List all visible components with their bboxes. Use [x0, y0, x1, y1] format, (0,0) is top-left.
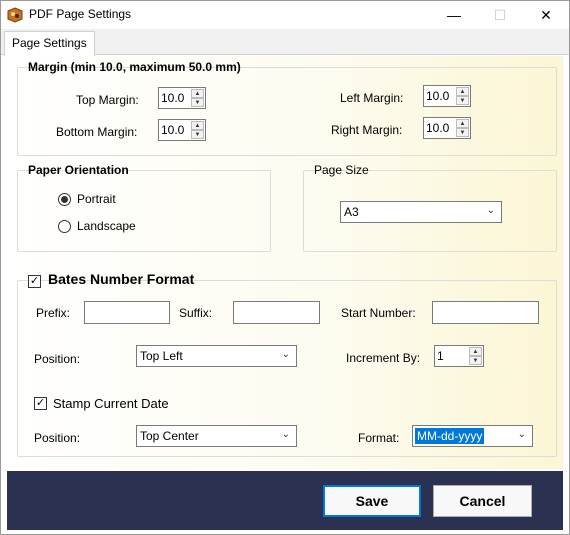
bates-position-select[interactable]: Top Left ⌄ — [136, 345, 297, 367]
landscape-radio[interactable] — [58, 220, 71, 233]
maximize-icon: ☐ — [493, 6, 507, 23]
stamp-date-checkbox[interactable]: ✓ — [34, 397, 47, 410]
prefix-label: Prefix: — [36, 306, 71, 320]
bates-group-title: Bates Number Format — [48, 271, 195, 287]
spin-down-icon[interactable]: ▼ — [456, 96, 469, 105]
chevron-down-icon: ⌄ — [486, 205, 495, 216]
save-button[interactable]: Save — [323, 485, 421, 517]
close-icon: ✕ — [540, 6, 552, 23]
minimize-button[interactable]: — — [431, 1, 477, 29]
page-size-group-title: Page Size — [314, 163, 369, 177]
margin-group: Margin (min 10.0, maximum 50.0 mm) Top M… — [17, 60, 557, 156]
left-margin-value: 10.0 — [426, 89, 450, 103]
tab-strip: Page Settings — [1, 29, 569, 56]
bates-position-value: Top Left — [140, 349, 183, 363]
page-size-select[interactable]: A3 ⌄ — [340, 201, 502, 223]
landscape-label[interactable]: Landscape — [77, 218, 136, 234]
right-margin-value: 10.0 — [426, 121, 450, 135]
left-margin-spinner[interactable]: 10.0 ▲ ▼ — [423, 85, 471, 107]
chevron-down-icon: ⌄ — [517, 429, 526, 440]
spin-down-icon[interactable]: ▼ — [191, 98, 204, 107]
top-margin-spinner[interactable]: 10.0 ▲ ▼ — [158, 87, 206, 109]
bates-position-label: Position: — [34, 352, 81, 366]
top-margin-label: Top Margin: — [76, 93, 139, 107]
spin-down-icon[interactable]: ▼ — [456, 128, 469, 137]
orientation-group: Paper Orientation Portrait Landscape — [17, 163, 271, 252]
bates-enabled-checkbox[interactable]: ✓ — [28, 275, 41, 288]
increment-spinner[interactable]: 1 ▲ ▼ — [434, 345, 484, 367]
increment-label: Increment By: — [346, 351, 421, 365]
orientation-group-title: Paper Orientation — [28, 163, 129, 177]
portrait-radio[interactable] — [58, 193, 71, 206]
spin-up-icon[interactable]: ▲ — [191, 121, 204, 130]
right-margin-label: Right Margin: — [331, 123, 403, 137]
bottom-margin-spinner[interactable]: 10.0 ▲ ▼ — [158, 119, 206, 141]
window-title: PDF Page Settings — [29, 7, 132, 21]
spin-up-icon[interactable]: ▲ — [456, 119, 469, 128]
bates-group: ✓ Bates Number Format Prefix: Suffix: St… — [17, 271, 557, 457]
settings-panel: Margin (min 10.0, maximum 50.0 mm) Top M… — [7, 56, 563, 469]
spin-down-icon[interactable]: ▼ — [191, 130, 204, 139]
dialog-window: PDF Page Settings — ☐ ✕ Page Settings Ma… — [0, 0, 570, 535]
date-position-select[interactable]: Top Center ⌄ — [136, 425, 297, 447]
app-icon — [7, 7, 23, 23]
date-position-value: Top Center — [140, 429, 199, 443]
spin-down-icon[interactable]: ▼ — [469, 356, 482, 365]
tab-page-settings[interactable]: Page Settings — [4, 31, 95, 56]
close-button[interactable]: ✕ — [523, 1, 569, 29]
maximize-button: ☐ — [477, 1, 523, 29]
stamp-date-label[interactable]: Stamp Current Date — [53, 396, 169, 412]
page-size-value: A3 — [344, 205, 359, 219]
start-number-label: Start Number: — [341, 306, 416, 320]
spin-up-icon[interactable]: ▲ — [456, 87, 469, 96]
date-position-label: Position: — [34, 431, 81, 445]
left-margin-label: Left Margin: — [340, 91, 404, 105]
date-format-select[interactable]: MM-dd-yyyy ⌄ — [412, 425, 533, 447]
chevron-down-icon: ⌄ — [281, 349, 290, 360]
cancel-button[interactable]: Cancel — [433, 485, 532, 517]
dialog-footer: Save Cancel — [7, 471, 563, 530]
right-margin-spinner[interactable]: 10.0 ▲ ▼ — [423, 117, 471, 139]
chevron-down-icon: ⌄ — [281, 429, 290, 440]
margin-group-title: Margin (min 10.0, maximum 50.0 mm) — [28, 60, 241, 74]
start-number-input[interactable] — [432, 301, 539, 324]
portrait-label[interactable]: Portrait — [77, 191, 116, 207]
spin-up-icon[interactable]: ▲ — [469, 347, 482, 356]
title-bar: PDF Page Settings — ☐ ✕ — [1, 1, 569, 29]
spin-up-icon[interactable]: ▲ — [191, 89, 204, 98]
minimize-icon: — — [447, 7, 461, 23]
suffix-label: Suffix: — [179, 306, 213, 320]
bottom-margin-label: Bottom Margin: — [56, 125, 138, 139]
bottom-margin-value: 10.0 — [161, 123, 185, 137]
date-format-label: Format: — [358, 431, 400, 445]
date-format-value: MM-dd-yyyy — [415, 428, 485, 444]
suffix-input[interactable] — [233, 301, 320, 324]
prefix-input[interactable] — [84, 301, 170, 324]
page-size-group: Page Size A3 ⌄ — [303, 163, 557, 252]
top-margin-value: 10.0 — [161, 91, 185, 105]
increment-value: 1 — [437, 349, 444, 363]
